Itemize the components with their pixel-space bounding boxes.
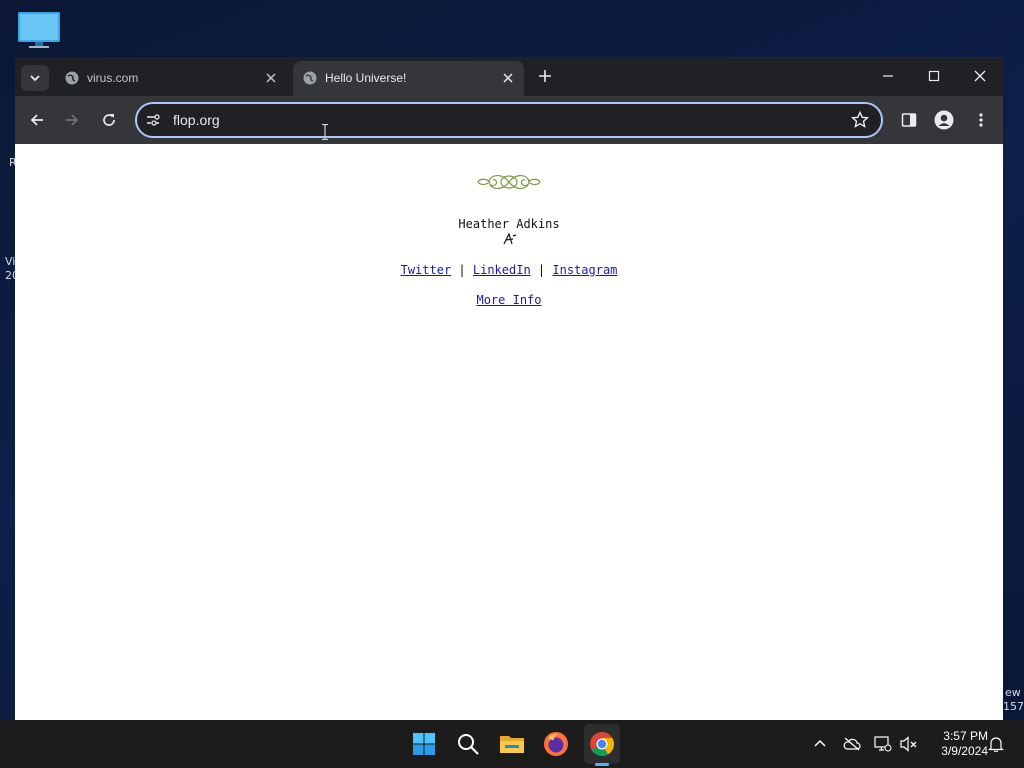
chrome-icon	[590, 732, 614, 757]
author-name: Heather Adkins	[458, 217, 560, 231]
clock-date: 3/9/2024	[941, 744, 988, 758]
new-tab-button[interactable]	[535, 66, 555, 86]
tab-hello-universe[interactable]: Hello Universe!	[293, 61, 524, 96]
browser-toolbar	[15, 96, 1003, 144]
tab-virus[interactable]: virus.com	[55, 61, 287, 96]
desktop-edge-text: Vi	[5, 255, 16, 268]
desktop-edge-text: 157	[1003, 700, 1024, 713]
maximize-button[interactable]	[911, 57, 957, 95]
volume-muted-icon	[900, 736, 917, 752]
taskbar-search-button[interactable]	[452, 728, 484, 760]
clock-time: 3:57 PM	[943, 729, 988, 743]
close-tab-icon[interactable]	[500, 70, 516, 86]
reload-button[interactable]	[95, 106, 123, 134]
show-hidden-icons-button[interactable]	[811, 735, 829, 753]
page-content: Heather Adkins Twitter | LinkedIn | Inst…	[15, 144, 1003, 720]
taskbar: 3:57 PM 3/9/2024	[0, 720, 1024, 768]
network-icon	[874, 736, 892, 752]
start-icon	[413, 733, 435, 755]
this-pc-desktop-icon[interactable]	[17, 10, 61, 50]
network-tray-button[interactable]	[874, 735, 892, 753]
volume-tray-button[interactable]	[900, 735, 918, 753]
taskbar-clock[interactable]: 3:57 PM 3/9/2024	[926, 729, 988, 759]
globe-icon	[65, 71, 79, 85]
file-explorer-icon	[500, 736, 524, 753]
minimize-icon	[883, 75, 893, 77]
tab-strip: virus.com Hello Universe!	[15, 57, 1003, 96]
tab-title: virus.com	[87, 71, 139, 85]
more-info-link[interactable]: More Info	[476, 293, 541, 307]
browser-menu-button[interactable]	[967, 106, 995, 134]
chevron-down-icon	[30, 75, 40, 82]
address-input[interactable]	[173, 109, 813, 131]
arrow-right-icon	[66, 114, 79, 126]
browser-window: virus.com Hello Universe! flop.org Heath…	[15, 57, 1003, 720]
more-info-container: More Info	[15, 293, 1003, 307]
signature-flourish-icon	[503, 232, 517, 245]
bookmark-star-icon[interactable]	[851, 111, 869, 129]
text-cursor-icon	[322, 124, 328, 140]
close-icon	[974, 70, 986, 82]
minimize-button[interactable]	[865, 57, 911, 95]
tab-title: Hello Universe!	[325, 71, 407, 85]
reload-icon	[103, 114, 115, 126]
forward-button[interactable]	[58, 106, 86, 134]
bell-icon	[988, 737, 1004, 752]
chrome-button[interactable]	[586, 728, 618, 760]
twitter-link[interactable]: Twitter	[401, 263, 452, 277]
search-icon	[458, 734, 479, 755]
close-window-button[interactable]	[957, 57, 1003, 95]
notifications-button[interactable]	[987, 735, 1005, 753]
file-explorer-button[interactable]	[496, 728, 528, 760]
active-app-indicator	[595, 763, 609, 766]
address-bar[interactable]	[135, 102, 883, 138]
side-panel-button[interactable]	[895, 106, 923, 134]
ornament-flourish-icon	[477, 175, 541, 189]
site-info-icon[interactable]	[145, 112, 161, 128]
linkedin-link[interactable]: LinkedIn	[473, 263, 531, 277]
chevron-up-icon	[814, 739, 826, 747]
globe-icon	[303, 71, 317, 85]
onedrive-tray-button[interactable]	[843, 735, 861, 753]
cloud-offline-icon	[843, 737, 861, 751]
firefox-button[interactable]	[540, 728, 572, 760]
desktop-edge-text: ew	[1005, 686, 1021, 699]
firefox-icon	[544, 732, 568, 756]
plus-icon	[539, 70, 551, 82]
profile-button[interactable]	[930, 106, 958, 134]
start-button[interactable]	[408, 728, 440, 760]
arrow-left-icon	[30, 114, 43, 126]
instagram-link[interactable]: Instagram	[552, 263, 617, 277]
close-tab-icon[interactable]	[263, 70, 279, 86]
profile-avatar-icon	[934, 110, 954, 130]
side-panel-icon	[901, 113, 917, 127]
maximize-icon	[928, 70, 940, 82]
tab-search-button[interactable]	[21, 65, 49, 91]
more-vertical-icon	[979, 113, 983, 127]
social-links: Twitter | LinkedIn | Instagram	[15, 263, 1003, 277]
back-button[interactable]	[23, 106, 51, 134]
link-separator: |	[537, 263, 546, 277]
link-separator: |	[458, 263, 466, 277]
